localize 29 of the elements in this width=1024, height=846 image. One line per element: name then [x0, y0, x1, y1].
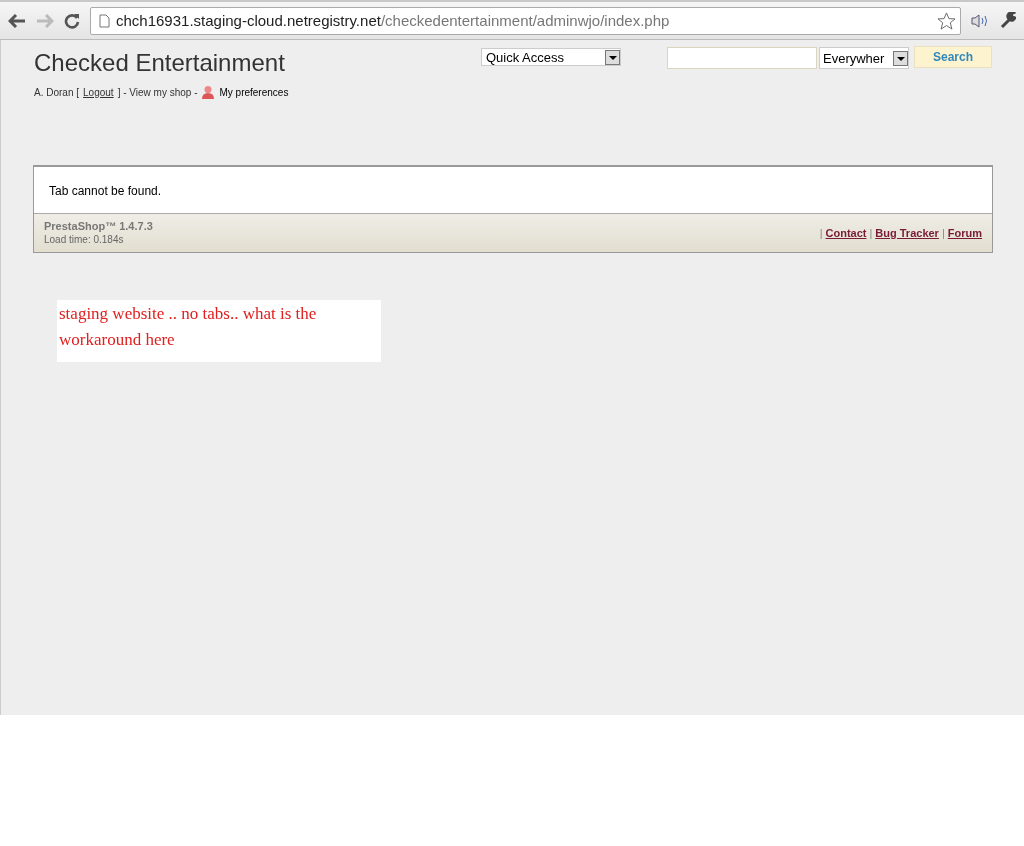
- back-icon[interactable]: [8, 13, 26, 28]
- url-path: /checkedentertainment/adminwjo/index.php: [380, 12, 670, 29]
- url-host: chch16931.staging-cloud.netregistry.net: [116, 12, 381, 29]
- separator-text: |: [941, 226, 945, 239]
- star-icon[interactable]: [937, 11, 956, 30]
- search-field[interactable]: [667, 47, 817, 69]
- person-icon: [201, 85, 216, 99]
- shop-title: Checked Entertainment: [34, 48, 286, 77]
- footer-link[interactable]: Forum: [947, 226, 982, 239]
- view-shop-text: ] - View my shop -: [117, 86, 198, 98]
- quick-access-select[interactable]: Quick Access: [481, 48, 621, 66]
- annotation-text: staging website .. no tabs.. what is the workaround here: [59, 304, 317, 349]
- separator-text: |: [869, 226, 873, 239]
- version-text: PrestaShop™ 1.4.7.3: [44, 220, 153, 232]
- address-bar[interactable]: chch16931.staging-cloud.netregistry.net/checkedentertainment/adminwjo/index.php: [90, 6, 961, 35]
- load-time-text: Load time: 0.184s: [44, 234, 125, 245]
- footer-link[interactable]: Contact: [825, 226, 867, 239]
- user-name: A. Doran [: [34, 86, 80, 98]
- footer-link[interactable]: Bug Tracker: [875, 226, 939, 239]
- page-icon: [99, 13, 110, 28]
- error-message: Tab cannot be found.: [49, 184, 162, 198]
- reload-icon[interactable]: [64, 12, 80, 29]
- wrench-icon[interactable]: [999, 12, 1016, 29]
- logout-link[interactable]: Logout: [83, 86, 114, 98]
- preferences-link[interactable]: My preferences: [219, 86, 289, 98]
- search-button[interactable]: Search: [914, 46, 992, 68]
- separator-text: |: [819, 226, 823, 239]
- speaker-icon[interactable]: [971, 13, 989, 28]
- search-scope-select[interactable]: Everywher: [819, 47, 909, 69]
